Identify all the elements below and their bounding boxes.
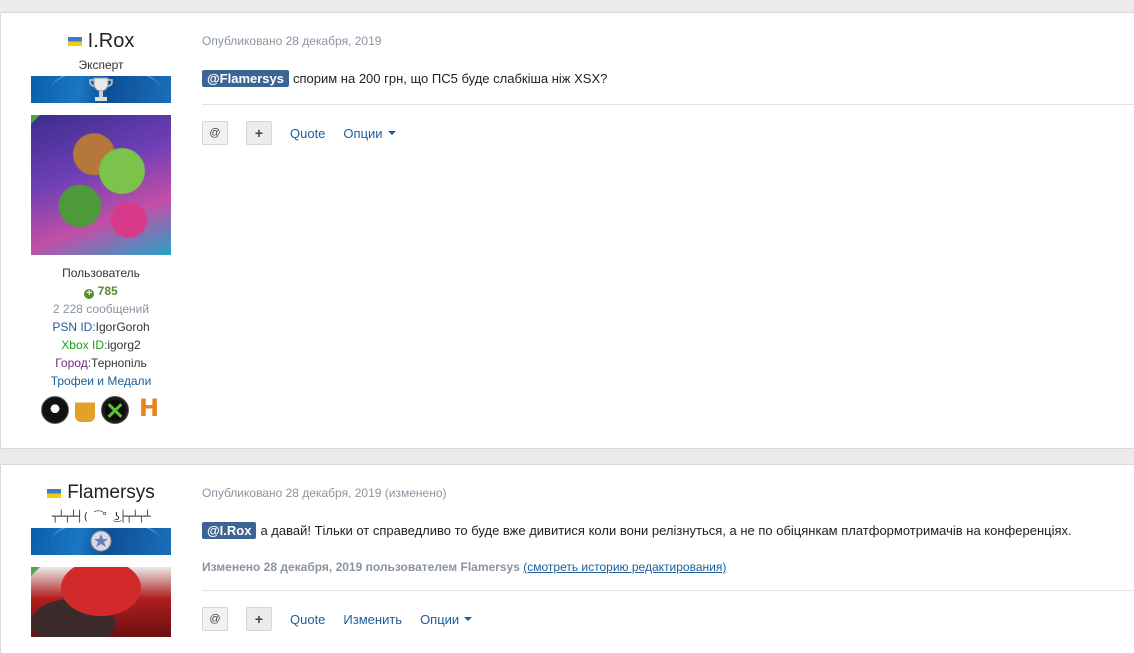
psn-id: PSN ID:IgorGoroh bbox=[1, 318, 201, 336]
mention-button[interactable]: @ bbox=[202, 121, 228, 145]
quote-link[interactable]: Quote bbox=[290, 126, 325, 141]
plus-circle-icon: + bbox=[84, 289, 95, 299]
ukraine-flag-icon bbox=[47, 488, 62, 498]
rank-banner bbox=[31, 76, 171, 103]
author-group: Пользователь bbox=[62, 266, 140, 280]
author-title: Эксперт bbox=[78, 58, 124, 72]
trophies-link[interactable]: Трофеи и Медали bbox=[51, 374, 152, 388]
post-text: а давай! Тільки от справедливо то буде в… bbox=[260, 523, 1072, 538]
rank-banner bbox=[31, 528, 171, 555]
author-name-row: I.Rox bbox=[1, 30, 201, 53]
author-meta: Пользователь + 785 2 228 сообщений PSN I… bbox=[1, 264, 201, 390]
author-name-row: Flamersys bbox=[1, 482, 201, 504]
post-content: Опубликовано 28 декабря, 2019 (изменено)… bbox=[202, 465, 1134, 631]
xbox-id: Xbox ID:igorg2 bbox=[1, 336, 201, 354]
city-value: Тернопіль bbox=[91, 356, 147, 370]
options-label: Опции bbox=[420, 611, 460, 627]
city: Город:Тернопіль bbox=[1, 354, 201, 372]
chevron-down-icon bbox=[387, 131, 396, 135]
badges bbox=[1, 394, 201, 424]
online-indicator bbox=[31, 567, 40, 576]
post-content: Опубликовано 28 декабря, 2019 @Flamersys… bbox=[202, 13, 1134, 145]
xbox-label: Xbox ID: bbox=[61, 338, 108, 352]
post-1: I.Rox Эксперт Пользователь + 785 2 228 с… bbox=[0, 12, 1134, 449]
author-panel: Flamersys ┬┴┬┴┤( ͡° ͜ʖ├┬┴┬┴ bbox=[1, 465, 201, 637]
edited-text: Изменено 28 декабря, 2019 пользователем … bbox=[202, 560, 520, 574]
options-label: Опции bbox=[343, 125, 383, 141]
mention-link[interactable]: @Flamersys bbox=[202, 70, 289, 87]
xbox-value: igorg2 bbox=[107, 338, 141, 352]
chevron-down-icon bbox=[464, 617, 473, 621]
history-link[interactable]: (смотреть историю редактирования) bbox=[523, 560, 726, 574]
post-body: @Flamersys спорим на 200 грн, що ПС5 буде… bbox=[202, 70, 1134, 88]
divider bbox=[202, 104, 1134, 105]
post-date[interactable]: Опубликовано 28 декабря, 2019 (изменено) bbox=[202, 486, 1134, 500]
quote-link[interactable]: Quote bbox=[290, 612, 325, 627]
edited-note: Изменено 28 декабря, 2019 пользователем … bbox=[202, 560, 1134, 574]
post-body: @I.Rox а давай! Тільки от справедливо то … bbox=[202, 522, 1134, 540]
post-text: спорим на 200 грн, що ПС5 буде слабкіша … bbox=[293, 71, 608, 86]
online-indicator bbox=[31, 115, 40, 124]
reputation-value: 785 bbox=[97, 284, 118, 298]
divider bbox=[202, 590, 1134, 591]
multiquote-button[interactable]: + bbox=[246, 121, 272, 145]
author-name[interactable]: Flamersys bbox=[67, 482, 155, 504]
xbox-badge-icon[interactable] bbox=[101, 396, 129, 424]
ukraine-flag-icon bbox=[67, 37, 82, 46]
mention-link[interactable]: @I.Rox bbox=[202, 522, 257, 539]
trophy-icon bbox=[90, 530, 112, 552]
options-dropdown[interactable]: Опции bbox=[343, 125, 396, 141]
author-avatar[interactable] bbox=[31, 567, 171, 637]
trophy-icon bbox=[89, 77, 113, 101]
author-name[interactable]: I.Rox bbox=[88, 30, 135, 53]
agent-badge-icon[interactable] bbox=[41, 396, 69, 424]
reputation: + 785 bbox=[1, 282, 201, 300]
edit-link[interactable]: Изменить bbox=[343, 612, 402, 627]
author-title: ┬┴┬┴┤( ͡° ͜ʖ├┬┴┬┴ bbox=[51, 510, 151, 523]
beer-badge-icon[interactable] bbox=[75, 396, 95, 422]
psn-label: PSN ID: bbox=[52, 320, 96, 334]
multiquote-button[interactable]: + bbox=[246, 607, 272, 631]
post-date[interactable]: Опубликовано 28 декабря, 2019 bbox=[202, 34, 1134, 48]
psn-value: IgorGoroh bbox=[95, 320, 150, 334]
mention-button[interactable]: @ bbox=[202, 607, 228, 631]
author-avatar[interactable] bbox=[31, 115, 171, 255]
author-panel: I.Rox Эксперт Пользователь + 785 2 228 с… bbox=[1, 13, 201, 424]
city-label: Город: bbox=[55, 356, 92, 370]
post-actions: @ + Quote Изменить Опции bbox=[202, 607, 1134, 631]
post-actions: @ + Quote Опции bbox=[202, 121, 1134, 145]
posts-count: 2 228 сообщений bbox=[52, 302, 150, 316]
post-2: Flamersys ┬┴┬┴┤( ͡° ͜ʖ├┬┴┬┴ Опубликовано… bbox=[0, 464, 1134, 654]
h-badge-icon[interactable] bbox=[135, 394, 161, 422]
options-dropdown[interactable]: Опции bbox=[420, 611, 473, 627]
